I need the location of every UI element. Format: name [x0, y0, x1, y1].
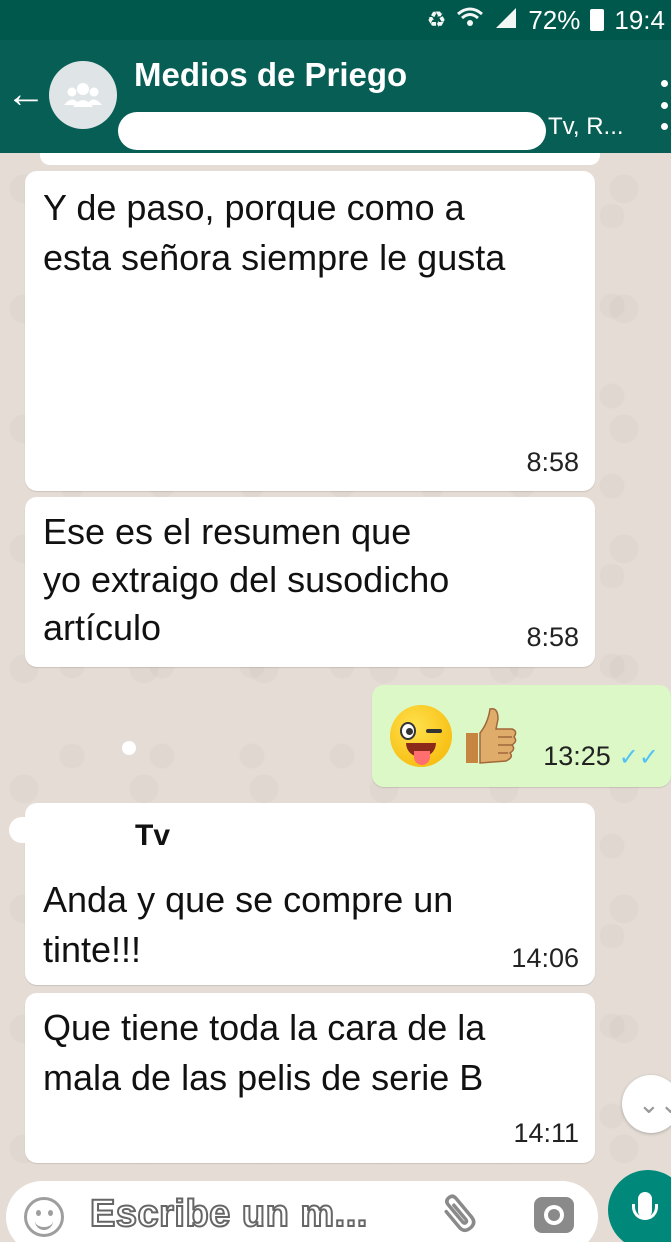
message-text: mala de las pelis de serie B	[43, 1057, 484, 1098]
signal-icon	[494, 6, 518, 34]
message-text: tinte!!!	[43, 929, 142, 970]
double-check-icon: ✓✓	[618, 744, 659, 771]
more-vert-icon[interactable]	[659, 80, 669, 130]
mic-stand-shape	[632, 1204, 658, 1220]
message-text: Anda y que se compre un	[43, 879, 454, 920]
message-text: Que tiene toda la cara de la	[43, 1007, 486, 1048]
message-bubble-outgoing[interactable]: 13:25 ✓✓	[372, 685, 671, 787]
camera-icon[interactable]	[534, 1197, 574, 1233]
redaction-mask	[118, 112, 546, 150]
paperclip-icon[interactable]	[431, 1186, 493, 1242]
message-input-placeholder[interactable]: Escribe un m...	[89, 1192, 368, 1236]
message-bubble[interactable]: Tv Anda y que se compre un tinte!!! 14:0…	[9, 803, 595, 985]
message-time: 8:58	[526, 447, 579, 477]
clock: 19:4	[614, 4, 665, 35]
message-time: 13:25 ✓✓	[543, 741, 659, 771]
scroll-down-button[interactable]: ⌄⌄	[622, 1075, 671, 1133]
message-bubble[interactable]: Y de paso, porque como a esta señora sie…	[25, 171, 595, 491]
participants-subtitle[interactable]: Tv, R...	[548, 113, 624, 141]
double-chevron-down-icon: ⌄⌄	[638, 1088, 671, 1119]
message-text: yo extraigo del susodicho	[43, 559, 450, 600]
decorative-dot	[122, 741, 136, 755]
emoji-icon[interactable]	[24, 1197, 64, 1237]
thumbs-up-emoji	[466, 707, 517, 764]
message-time: 8:58	[526, 622, 579, 652]
status-bar: ♻ 72% 19:4	[0, 0, 671, 40]
chat-title[interactable]: Medios de Priego	[134, 56, 407, 94]
chat-header: ← Medios de Priego Tv, R...	[0, 40, 671, 153]
group-avatar[interactable]	[49, 61, 117, 129]
message-input[interactable]: Escribe un m...	[6, 1181, 598, 1242]
message-bubble[interactable]: Que tiene toda la cara de la mala de las…	[25, 993, 595, 1163]
message-bubble[interactable]: Ese es el resumen que yo extraigo del su…	[25, 497, 595, 667]
redaction-mask	[9, 817, 129, 843]
composer: Escribe un m...	[0, 1173, 671, 1242]
sender-name[interactable]: Tv	[135, 819, 170, 853]
message-time: 14:06	[511, 943, 579, 973]
message-text: Y de paso, porque como a	[43, 187, 465, 228]
battery-icon	[590, 9, 605, 31]
message-time: 14:11	[513, 1118, 579, 1148]
message-text: Ese es el resumen que	[43, 511, 412, 552]
battery-percent: 72%	[528, 4, 581, 35]
recycle-icon: ♻	[426, 7, 447, 32]
message-text: esta señora siempre le gusta	[43, 237, 506, 278]
group-icon	[64, 83, 102, 107]
arrow-left-icon[interactable]: ←	[4, 72, 48, 116]
winking-face-with-tongue-emoji	[390, 705, 452, 767]
wifi-icon	[456, 6, 484, 34]
message-text: artículo	[43, 607, 162, 648]
redaction-mask	[40, 153, 600, 165]
message-list[interactable]: Y de paso, porque como a esta señora sie…	[0, 153, 671, 1173]
